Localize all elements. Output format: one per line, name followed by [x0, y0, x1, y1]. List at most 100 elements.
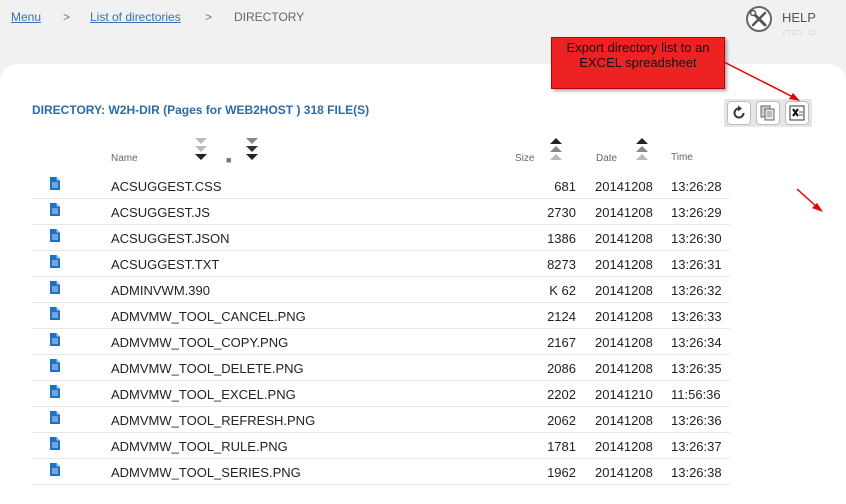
file-icon	[50, 437, 60, 450]
file-icon	[50, 281, 60, 294]
table-row[interactable]: ADMVMW_TOOL_COPY.PNG 2167 20141208 13:26:34	[32, 328, 730, 355]
file-icon	[50, 333, 60, 346]
table-row[interactable]: ADMVMW_TOOL_DELETE.PNG 2086 20141208 13:26:…	[32, 354, 730, 381]
file-name[interactable]: ADMVMW_TOOL_REFRESH.PNG	[111, 413, 315, 428]
table-row[interactable]: ADMVMW_TOOL_EXCEL.PNG 2202 20141210 11:56:3…	[32, 380, 730, 407]
file-name[interactable]: ADMVMW_TOOL_SERIES.PNG	[111, 465, 301, 480]
file-size: 1962	[547, 465, 576, 480]
file-name[interactable]: ACSUGGEST.TXT	[111, 257, 219, 272]
file-name[interactable]: ADMVMW_TOOL_RULE.PNG	[111, 439, 288, 454]
file-name[interactable]: ADMVMW_TOOL_COPY.PNG	[111, 335, 288, 350]
file-date: 20141208	[595, 361, 653, 376]
file-icon	[50, 463, 60, 476]
top-bar: Menu > List of directories > DIRECTORY H…	[0, 0, 846, 40]
callout-text: Export directory list to an EXCEL spread…	[566, 40, 710, 70]
file-icon	[50, 177, 60, 190]
table-row[interactable]: ACSUGGEST.JSON 1386 20141208 13:26:30	[32, 224, 730, 251]
breadcrumb-current: DIRECTORY	[234, 10, 305, 24]
table-row[interactable]: ADMVMW_TOOL_REFRESH.PNG 2062 20141208 13:26…	[32, 406, 730, 433]
file-size: 2730	[547, 205, 576, 220]
file-time: 11:56:36	[671, 387, 721, 402]
copy-button[interactable]	[756, 101, 780, 125]
file-date: 20141208	[595, 335, 653, 350]
file-size: 2124	[547, 309, 576, 324]
file-size: 8273	[547, 257, 576, 272]
file-size: 1781	[547, 439, 576, 454]
file-size: 1386	[547, 231, 576, 246]
file-time: 13:26:35	[671, 361, 722, 376]
breadcrumb-separator: >	[205, 10, 213, 24]
breadcrumb-menu-link[interactable]: Menu	[11, 10, 41, 24]
file-icon	[50, 385, 60, 398]
file-time: 13:26:33	[671, 309, 722, 324]
file-date: 20141210	[595, 387, 653, 402]
file-date: 20141208	[595, 439, 653, 454]
file-date: 20141208	[595, 413, 653, 428]
file-name[interactable]: ACSUGGEST.CSS	[111, 179, 222, 194]
breadcrumb-separator: >	[63, 10, 71, 24]
toolbar	[724, 99, 812, 127]
sort-name-desc-icon[interactable]	[195, 138, 207, 162]
file-time: 13:26:29	[671, 205, 722, 220]
file-time: 13:26:34	[671, 335, 722, 350]
file-name[interactable]: ADMVMW_TOOL_DELETE.PNG	[111, 361, 304, 376]
file-name[interactable]: ADMVMW_TOOL_CANCEL.PNG	[111, 309, 306, 324]
table-row[interactable]: ADMINVWM.390 K 62 20141208 13:26:32	[32, 276, 730, 303]
file-name[interactable]: ACSUGGEST.JS	[111, 205, 210, 220]
file-icon	[50, 203, 60, 216]
export-callout: Export directory list to an EXCEL spread…	[551, 37, 725, 89]
excel-icon	[789, 105, 805, 121]
help-label: HELP	[782, 10, 816, 25]
refresh-button[interactable]	[727, 101, 751, 125]
table-row[interactable]: ADMVMW_TOOL_CANCEL.PNG 2124 20141208 13:26:…	[32, 302, 730, 329]
table-row[interactable]: ACSUGGEST.TXT 8273 20141208 13:26:31	[32, 250, 730, 277]
file-icon	[50, 307, 60, 320]
table-row[interactable]: ADMVMW_TOOL_SERIES.PNG 1962 20141208 13:26:…	[32, 458, 730, 485]
file-size: 2167	[547, 335, 576, 350]
table-row[interactable]: ADMVMW_TOOL_RULE.PNG 1781 20141208 13:26:37	[32, 432, 730, 459]
file-date: 20141208	[595, 283, 653, 298]
column-header-time: Time	[671, 152, 693, 163]
directory-title: DIRECTORY: W2H-DIR (Pages for WEB2HOST )…	[32, 103, 370, 117]
file-date: 20141208	[595, 205, 653, 220]
file-size: 681	[554, 179, 576, 194]
file-time: 13:26:30	[671, 231, 722, 246]
help-button[interactable]: HELP HELP	[744, 4, 834, 38]
file-size: 2062	[547, 413, 576, 428]
file-time: 13:26:38	[671, 465, 722, 480]
file-icon	[50, 255, 60, 268]
file-date: 20141208	[595, 257, 653, 272]
sort-date-asc-icon[interactable]	[636, 138, 648, 162]
file-name[interactable]: ACSUGGEST.JSON	[111, 231, 229, 246]
table-row[interactable]: ACSUGGEST.JS 2730 20141208 13:26:29	[32, 198, 730, 225]
export-excel-button[interactable]	[785, 101, 809, 125]
file-date: 20141208	[595, 231, 653, 246]
file-icon	[50, 411, 60, 424]
column-header-size[interactable]: Size	[515, 153, 534, 164]
sort-size-asc-icon[interactable]	[550, 138, 562, 162]
file-time: 13:26:32	[671, 283, 722, 298]
file-name[interactable]: ADMINVWM.390	[111, 283, 210, 298]
file-name[interactable]: ADMVMW_TOOL_EXCEL.PNG	[111, 387, 296, 402]
file-date: 20141208	[595, 179, 653, 194]
copy-icon	[760, 105, 775, 121]
tools-icon	[746, 6, 772, 32]
sort-dot-icon: ■	[226, 155, 232, 165]
column-header-name[interactable]: Name	[111, 153, 138, 164]
refresh-icon	[733, 105, 745, 119]
file-date: 20141208	[595, 309, 653, 324]
file-size: K 62	[549, 283, 576, 298]
column-header-date[interactable]: Date	[596, 153, 617, 164]
file-time: 13:26:31	[671, 257, 722, 272]
breadcrumb-list-link[interactable]: List of directories	[90, 10, 181, 24]
file-date: 20141208	[595, 465, 653, 480]
file-size: 2202	[547, 387, 576, 402]
file-size: 2086	[547, 361, 576, 376]
file-icon	[50, 359, 60, 372]
table-row[interactable]: ACSUGGEST.CSS 681 20141208 13:26:28	[32, 172, 730, 199]
help-label-reflection: HELP	[782, 30, 816, 38]
file-time: 13:26:28	[671, 179, 722, 194]
file-time: 13:26:36	[671, 413, 722, 428]
file-icon	[50, 229, 60, 242]
sort-ext-desc-icon[interactable]	[246, 138, 258, 162]
